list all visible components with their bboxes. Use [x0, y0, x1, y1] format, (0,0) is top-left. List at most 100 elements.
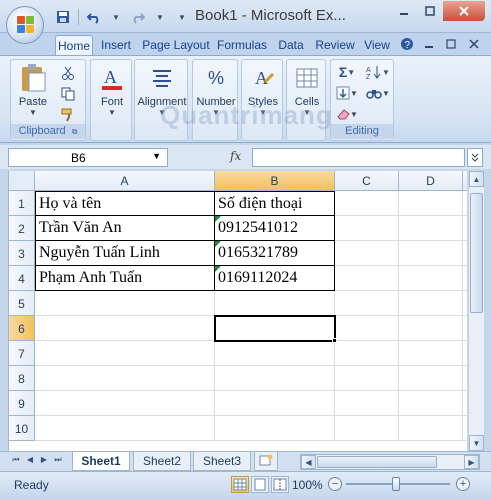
empty-cell[interactable]	[215, 366, 335, 391]
column-header-e-partial[interactable]	[463, 171, 467, 191]
first-sheet-icon[interactable]: ⏮	[10, 455, 22, 469]
cell-b3[interactable]: 0165321789	[215, 241, 335, 266]
empty-cell[interactable]	[335, 291, 399, 316]
clipboard-dialog-launcher-icon[interactable]: ⧉	[72, 127, 78, 136]
empty-cell[interactable]	[335, 216, 399, 241]
empty-cell[interactable]	[35, 291, 215, 316]
cell-b4[interactable]: 0169112024	[215, 266, 335, 291]
empty-cell[interactable]	[399, 391, 463, 416]
empty-cell[interactable]	[35, 341, 215, 366]
cell-a1[interactable]: Họ và tên	[35, 191, 215, 216]
redo-dropdown-icon[interactable]: ▼	[151, 8, 169, 26]
empty-cell[interactable]	[399, 291, 463, 316]
column-header-b[interactable]: B	[215, 171, 335, 191]
page-break-view-icon[interactable]	[271, 476, 289, 493]
empty-cell[interactable]	[463, 291, 467, 316]
empty-cell[interactable]	[463, 216, 467, 241]
row-header-2[interactable]: 2	[9, 216, 35, 241]
scroll-left-icon[interactable]: ◀	[301, 455, 316, 469]
minimize-button[interactable]	[391, 1, 417, 21]
empty-cell[interactable]	[215, 341, 335, 366]
cell-a2[interactable]: Trần Văn An	[35, 216, 215, 241]
empty-cell[interactable]	[215, 391, 335, 416]
vertical-scrollbar[interactable]: ▲ ▼	[468, 171, 484, 451]
customize-icon[interactable]: ▼	[173, 8, 191, 26]
empty-cell[interactable]	[35, 366, 215, 391]
worksheet-grid[interactable]: A B C D 1 2 3 4 5 6 7 8 9 10 Họ và tên S…	[8, 171, 467, 451]
formula-input[interactable]	[252, 148, 465, 167]
redo-icon[interactable]	[129, 8, 147, 26]
zoom-level[interactable]: 100%	[292, 478, 323, 492]
zoom-out-button[interactable]: −	[328, 477, 342, 491]
row-header-3[interactable]: 3	[9, 241, 35, 266]
copy-icon[interactable]	[59, 85, 77, 103]
empty-cell[interactable]	[399, 316, 463, 341]
normal-view-icon[interactable]	[231, 476, 249, 493]
insert-function-icon[interactable]: fx	[230, 149, 241, 163]
column-header-a[interactable]: A	[35, 171, 215, 191]
tab-formulas[interactable]: Formulas	[215, 35, 269, 55]
empty-cell[interactable]	[35, 391, 215, 416]
empty-cell[interactable]	[215, 316, 335, 341]
zoom-in-button[interactable]: +	[456, 477, 470, 491]
empty-cell[interactable]	[215, 416, 335, 441]
row-header-10[interactable]: 10	[9, 416, 35, 441]
empty-cell[interactable]	[399, 241, 463, 266]
font-button[interactable]: A Font ▼	[94, 63, 130, 117]
tab-home[interactable]: Home	[55, 35, 93, 55]
vertical-scroll-thumb[interactable]	[470, 193, 483, 313]
name-box-dropdown-icon[interactable]: ▼	[152, 151, 161, 161]
empty-cell[interactable]	[35, 416, 215, 441]
tab-insert[interactable]: Insert	[97, 35, 135, 55]
empty-cell[interactable]	[335, 416, 399, 441]
help-icon[interactable]: ?	[399, 36, 415, 52]
row-header-1[interactable]: 1	[9, 191, 35, 216]
empty-cell[interactable]	[399, 216, 463, 241]
cell-b2[interactable]: 0912541012	[215, 216, 335, 241]
sort-filter-icon[interactable]: A Z ▼	[365, 63, 391, 81]
empty-cell[interactable]	[463, 316, 467, 341]
empty-cell[interactable]	[335, 341, 399, 366]
empty-cell[interactable]	[463, 266, 467, 291]
empty-cell[interactable]	[335, 191, 399, 216]
prev-sheet-icon[interactable]: ◀	[24, 455, 36, 469]
cell-a3[interactable]: Nguyễn Tuấn Linh	[35, 241, 215, 266]
row-header-6[interactable]: 6	[9, 316, 35, 341]
format-painter-icon[interactable]	[59, 106, 77, 124]
empty-cell[interactable]	[335, 366, 399, 391]
fill-icon[interactable]: ▼	[335, 84, 359, 102]
row-header-9[interactable]: 9	[9, 391, 35, 416]
sheet-tab-sheet1[interactable]: Sheet1	[72, 452, 130, 471]
scroll-right-icon[interactable]: ▶	[464, 455, 479, 469]
empty-cell[interactable]	[335, 391, 399, 416]
empty-cell[interactable]	[463, 191, 467, 216]
office-button[interactable]	[6, 6, 44, 44]
row-header-8[interactable]: 8	[9, 366, 35, 391]
insert-sheet-icon[interactable]	[254, 452, 278, 471]
empty-cell[interactable]	[335, 316, 399, 341]
restore-button[interactable]	[417, 1, 443, 21]
sheet-tab-sheet3[interactable]: Sheet3	[193, 452, 251, 471]
tab-view[interactable]: View	[360, 35, 394, 55]
empty-cell[interactable]	[463, 391, 467, 416]
tab-page-layout[interactable]: Page Layout	[140, 35, 212, 55]
empty-cell[interactable]	[215, 291, 335, 316]
page-layout-view-icon[interactable]	[251, 476, 269, 493]
horizontal-scroll-thumb[interactable]	[317, 456, 437, 468]
empty-cell[interactable]	[463, 341, 467, 366]
empty-cell[interactable]	[463, 241, 467, 266]
empty-cell[interactable]	[335, 266, 399, 291]
empty-cell[interactable]	[463, 366, 467, 391]
formula-bar-expand-icon[interactable]	[467, 148, 483, 167]
empty-cell[interactable]	[399, 416, 463, 441]
tab-data[interactable]: Data	[274, 35, 308, 55]
empty-cell[interactable]	[335, 241, 399, 266]
close-button[interactable]	[443, 1, 485, 21]
name-box[interactable]: B6 ▼	[8, 148, 168, 167]
select-all-corner[interactable]	[9, 171, 35, 191]
ribbon-restore-icon[interactable]	[443, 36, 459, 52]
empty-cell[interactable]	[399, 341, 463, 366]
empty-cell[interactable]	[399, 266, 463, 291]
undo-icon[interactable]	[85, 8, 103, 26]
column-header-d[interactable]: D	[399, 171, 463, 191]
